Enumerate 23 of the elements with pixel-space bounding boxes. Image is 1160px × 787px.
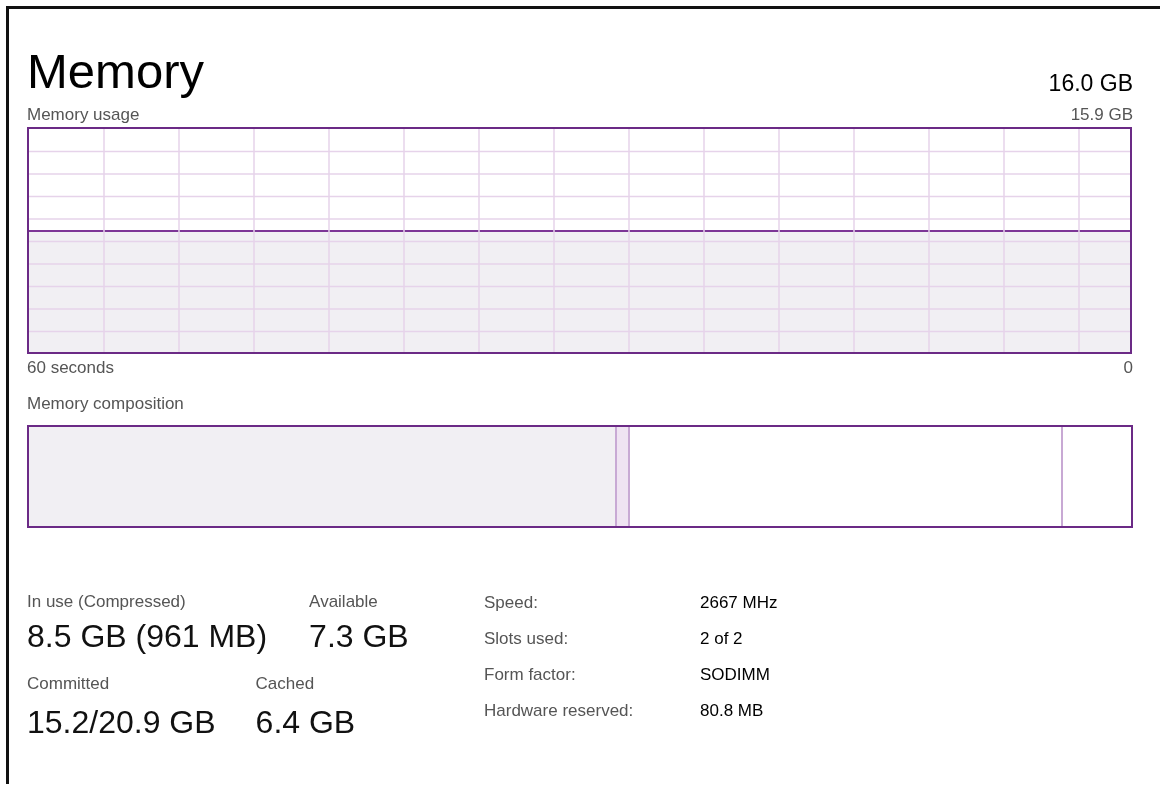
stat-label: Available xyxy=(309,591,379,613)
stat-value: 8.5 GB (961 MB) xyxy=(27,617,268,656)
property-label: Slots used: xyxy=(484,628,570,650)
composition-label: Memory composition xyxy=(27,393,184,415)
property-label: Hardware reserved: xyxy=(484,700,635,722)
stat-label: In use (Compressed) xyxy=(27,591,187,613)
stat-label: Committed xyxy=(27,673,111,695)
time-axis-start: 60 seconds xyxy=(27,357,114,379)
stat-label: Cached xyxy=(255,673,316,695)
property-value: 80.8 MB xyxy=(700,700,765,722)
property-value: 2667 MHz xyxy=(700,592,778,614)
stat-value: 15.2/20.9 GB xyxy=(27,703,216,742)
property-value: SODIMM xyxy=(700,664,771,686)
stat-value: 7.3 GB xyxy=(309,617,409,656)
graph-max: 15.9 GB xyxy=(1070,104,1133,126)
property-value: 2 of 2 xyxy=(700,628,744,650)
time-axis-end: 0 xyxy=(1123,357,1133,379)
total-memory: 16.0 GB xyxy=(1048,70,1133,97)
property-label: Form factor: xyxy=(484,664,577,686)
page-title: Memory xyxy=(27,43,204,100)
property-label: Speed: xyxy=(484,592,539,614)
stat-value: 6.4 GB xyxy=(255,703,356,742)
graph-label: Memory usage xyxy=(27,104,140,126)
